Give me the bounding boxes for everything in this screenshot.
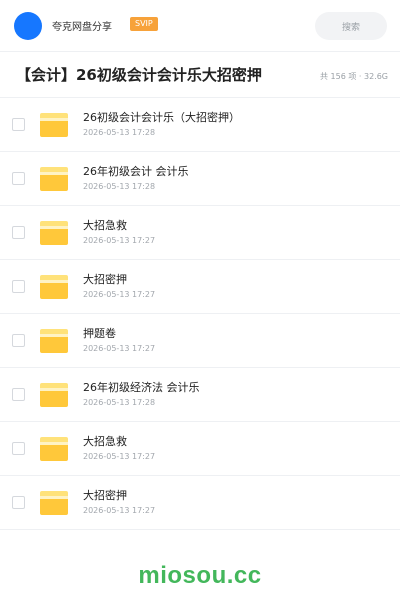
file-date: 2026-05-13 17:28: [83, 128, 156, 137]
checkbox[interactable]: [12, 388, 25, 401]
checkbox[interactable]: [12, 334, 25, 347]
file-name: 大招密押: [83, 489, 127, 502]
folder-icon: [40, 220, 68, 245]
file-name: 26年初级经济法 会计乐: [83, 381, 200, 394]
file-date: 2026-05-13 17:27: [83, 236, 156, 245]
watermark: miosou.cc: [138, 562, 262, 589]
app: 夸克网盘分享 SVIP 搜索 【会计】26初级会计会计乐大招密押 共 156 项…: [0, 0, 400, 600]
list-item[interactable]: 26初级会计会计乐（大招密押） 2026-05-13 17:28: [0, 98, 400, 152]
checkbox[interactable]: [12, 118, 25, 131]
list-item[interactable]: 大招密押 2026-05-13 17:27: [0, 260, 400, 314]
folder-icon: [40, 112, 68, 137]
file-list: 26初级会计会计乐（大招密押） 2026-05-13 17:28 26年初级会计…: [0, 98, 400, 530]
folder-icon: [40, 166, 68, 191]
file-name: 大招急救: [83, 219, 127, 232]
list-item[interactable]: 26年初级会计 会计乐 2026-05-13 17:28: [0, 152, 400, 206]
file-name: 26初级会计会计乐（大招密押）: [83, 111, 240, 124]
list-item[interactable]: 大招急救 2026-05-13 17:27: [0, 422, 400, 476]
folder-icon: [40, 490, 68, 515]
checkbox[interactable]: [12, 442, 25, 455]
list-item[interactable]: 26年初级经济法 会计乐 2026-05-13 17:28: [0, 368, 400, 422]
folder-icon: [40, 274, 68, 299]
folder-icon: [40, 436, 68, 461]
file-name: 大招密押: [83, 273, 127, 286]
username: 夸克网盘分享: [52, 22, 112, 33]
checkbox[interactable]: [12, 496, 25, 509]
file-date: 2026-05-13 17:27: [83, 344, 156, 353]
file-info: 26年初级经济法 会计乐 2026-05-13 17:28: [83, 381, 200, 408]
checkbox[interactable]: [12, 226, 25, 239]
file-date: 2026-05-13 17:27: [83, 506, 156, 515]
file-name: 押题卷: [83, 327, 116, 340]
top-bar: 夸克网盘分享 SVIP 搜索: [0, 0, 400, 52]
file-date: 2026-05-13 17:28: [83, 182, 156, 191]
checkbox[interactable]: [12, 280, 25, 293]
svip-badge: SVIP: [130, 16, 158, 31]
file-info: 大招急救 2026-05-13 17:27: [83, 219, 155, 246]
file-info: 大招密押 2026-05-13 17:27: [83, 273, 155, 300]
folder-icon: [40, 382, 68, 407]
file-name: 大招急救: [83, 435, 127, 448]
file-info: 大招急救 2026-05-13 17:27: [83, 435, 155, 462]
folder-meta: 共 156 项 · 32.6G: [320, 72, 388, 81]
folder-header: 【会计】26初级会计会计乐大招密押 共 156 项 · 32.6G: [0, 52, 400, 98]
list-item[interactable]: 大招密押 2026-05-13 17:27: [0, 476, 400, 530]
file-info: 大招密押 2026-05-13 17:27: [83, 489, 155, 516]
page-title: 【会计】26初级会计会计乐大招密押: [16, 66, 262, 84]
folder-icon: [40, 328, 68, 353]
file-date: 2026-05-13 17:27: [83, 290, 156, 299]
file-info: 押题卷 2026-05-13 17:27: [83, 327, 155, 354]
list-item[interactable]: 大招急救 2026-05-13 17:27: [0, 206, 400, 260]
search-button[interactable]: 搜索: [315, 12, 387, 40]
checkbox[interactable]: [12, 172, 25, 185]
file-date: 2026-05-13 17:27: [83, 452, 156, 461]
file-name: 26年初级会计 会计乐: [83, 165, 189, 178]
list-item[interactable]: 押题卷 2026-05-13 17:27: [0, 314, 400, 368]
file-date: 2026-05-13 17:28: [83, 398, 156, 407]
avatar[interactable]: [14, 11, 42, 40]
file-info: 26年初级会计 会计乐 2026-05-13 17:28: [83, 165, 189, 192]
file-info: 26初级会计会计乐（大招密押） 2026-05-13 17:28: [83, 111, 240, 138]
search-placeholder: 搜索: [341, 22, 360, 33]
